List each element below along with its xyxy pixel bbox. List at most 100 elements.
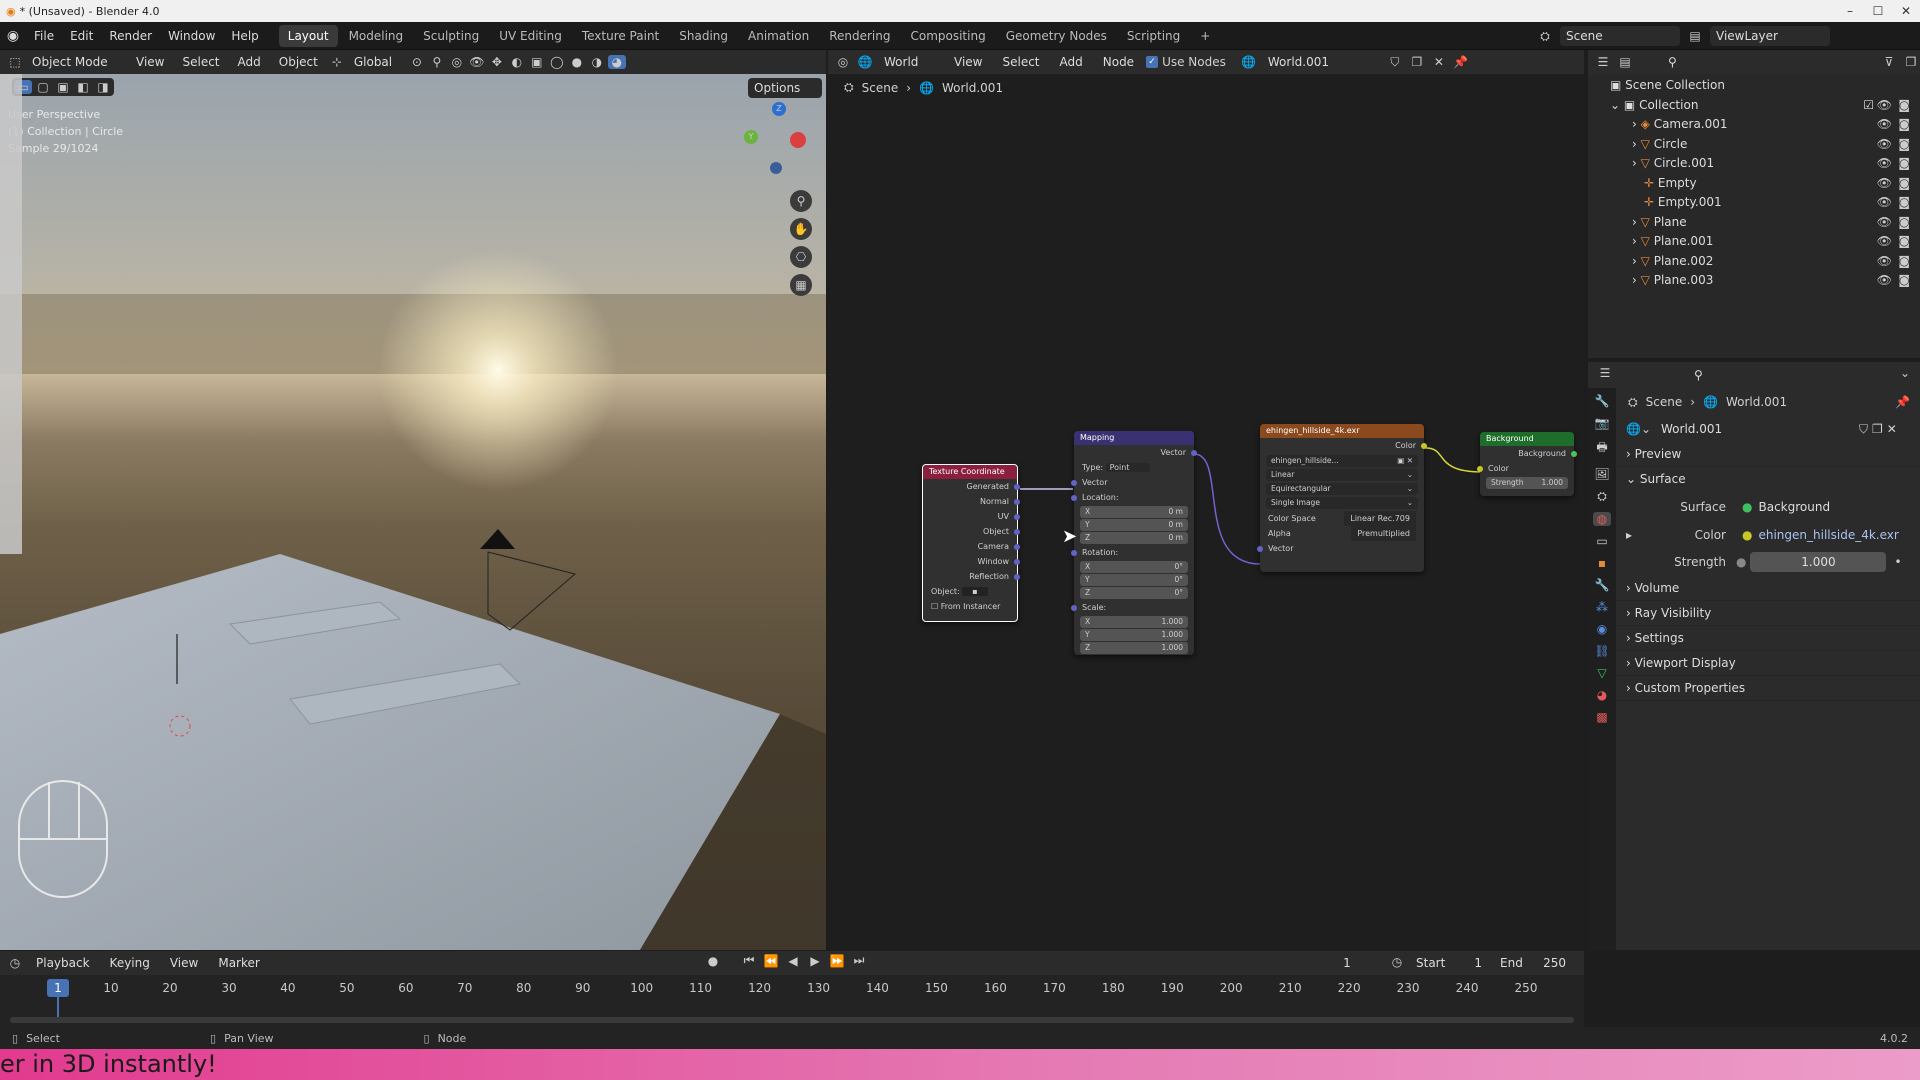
strength-field[interactable]: 1.000 xyxy=(1750,552,1887,572)
render-camera-icon[interactable]: ◙ xyxy=(1898,154,1910,174)
timeline-scrollbar[interactable] xyxy=(10,1017,1574,1023)
viewport-menu-view[interactable]: View xyxy=(128,50,172,74)
wireframe-shading-icon[interactable]: ◯ xyxy=(548,55,566,69)
jump-start-icon[interactable]: ⏮ xyxy=(740,953,758,968)
rotation-x[interactable]: X 0° xyxy=(1080,561,1188,573)
timeline-menu-marker[interactable]: Marker xyxy=(210,951,267,975)
close-icon[interactable]: ✕ xyxy=(1892,0,1920,22)
timeline-menu-keying[interactable]: Keying xyxy=(102,951,158,975)
envtex-alpha[interactable]: Alpha Premultiplied xyxy=(1260,526,1424,541)
outliner-item-plane-003[interactable]: › ▽ Plane.003 👁 ◙ xyxy=(1588,271,1920,291)
render-camera-icon[interactable]: ◙ xyxy=(1898,193,1910,213)
location-y[interactable]: Y0 m xyxy=(1080,519,1188,531)
outliner-item-empty-001[interactable]: ✛ Empty.001 👁 ◙ xyxy=(1588,193,1920,213)
node-menu-node[interactable]: Node xyxy=(1095,50,1142,74)
snap-icon[interactable]: ⚲ xyxy=(428,55,446,69)
node-environment-texture[interactable]: ehingen_hillside_4k.exr Color ehingen_hi… xyxy=(1257,424,1427,572)
node-mapping[interactable]: Mapping Vector Type: Point Vector Locati… xyxy=(1071,431,1197,655)
scale-y[interactable]: Y 1.000 xyxy=(1080,629,1188,641)
3d-viewport[interactable]: ▭ ▢ ▣ ◧ ◨ Options User Perspective (1) C… xyxy=(0,74,826,950)
outliner-item-plane[interactable]: › ▽ Plane 👁 ◙ xyxy=(1588,213,1920,233)
expand-chevron-icon[interactable]: › xyxy=(1632,156,1637,170)
envtex-output-color[interactable]: Color xyxy=(1260,438,1427,453)
fake-user-icon[interactable]: ⛉ xyxy=(1859,422,1868,437)
exclude-checkbox-icon[interactable]: ☑ xyxy=(1863,96,1874,116)
scale-x[interactable]: X 1.000 xyxy=(1080,616,1188,628)
expand-chevron-icon[interactable]: › xyxy=(1632,254,1637,268)
scene-tab-icon[interactable]: ⛭ xyxy=(1593,489,1611,504)
rotation-y[interactable]: Y 0° xyxy=(1080,574,1188,586)
maximize-icon[interactable]: ☐ xyxy=(1864,0,1892,22)
tab-scripting[interactable]: Scripting xyxy=(1118,25,1189,47)
envtex-extension[interactable]: Single Image ⌄ xyxy=(1266,497,1418,509)
play-reverse-icon[interactable]: ◀ xyxy=(784,954,802,968)
tab-modeling[interactable]: Modeling xyxy=(340,25,413,47)
fake-user-shield-icon[interactable]: ⛉ xyxy=(1386,55,1404,70)
expand-chevron-icon[interactable]: › xyxy=(1632,137,1637,151)
tab-layout[interactable]: Layout xyxy=(278,24,338,47)
menu-help[interactable]: Help xyxy=(223,22,266,50)
unlink-world-icon[interactable]: ✕ xyxy=(1887,422,1897,436)
render-camera-icon[interactable]: ◙ xyxy=(1898,135,1910,155)
xray-icon[interactable]: ▣ xyxy=(528,55,546,69)
expand-color-icon[interactable]: ▸ xyxy=(1626,528,1646,542)
tab-shading[interactable]: Shading xyxy=(670,25,737,47)
gizmo-z-icon[interactable]: Z xyxy=(772,102,786,116)
timeline-menu-playback[interactable]: Playback xyxy=(28,951,98,975)
output-window[interactable]: Window xyxy=(923,554,1020,569)
object-tab-icon[interactable]: ▪ xyxy=(1593,556,1611,570)
pin-icon[interactable]: 📌 xyxy=(1452,55,1470,69)
output-uv[interactable]: UV xyxy=(923,509,1020,524)
node-envtex-header[interactable]: ehingen_hillside_4k.exr xyxy=(1260,424,1424,438)
node-menu-select[interactable]: Select xyxy=(994,50,1047,74)
render-tab-icon[interactable]: 📷 xyxy=(1593,416,1611,430)
tab-rendering[interactable]: Rendering xyxy=(820,25,899,47)
section-settings[interactable]: › Settings xyxy=(1616,626,1920,651)
node-texture-coordinate[interactable]: Texture Coordinate Generated Normal UV O… xyxy=(922,464,1020,622)
outliner-search[interactable]: ⚲ xyxy=(1662,52,1772,72)
background-output[interactable]: Background xyxy=(1480,446,1577,461)
output-reflection[interactable]: Reflection xyxy=(923,569,1020,584)
outliner-type-icon[interactable]: ☰ xyxy=(1594,55,1612,69)
menu-edit[interactable]: Edit xyxy=(62,22,101,50)
envtex-input-vector[interactable]: Vector xyxy=(1257,541,1424,556)
gizmo-y-icon[interactable]: Y xyxy=(744,130,758,144)
location-z[interactable]: Z0 m xyxy=(1080,532,1188,544)
menu-file[interactable]: File xyxy=(26,22,62,50)
duplicate-icon[interactable]: ❐ xyxy=(1408,55,1426,69)
mapping-output-vector[interactable]: Vector xyxy=(1074,445,1197,460)
outliner-item-empty[interactable]: ✛ Empty 👁 ◙ xyxy=(1588,174,1920,194)
timeline[interactable]: 1 10 20 30 40 50 60 70 80 90 100 110 120 130 140 150 160… xyxy=(0,975,1584,1027)
scene-icon[interactable]: ⛭ xyxy=(1536,29,1554,44)
node-menu-add[interactable]: Add xyxy=(1052,50,1091,74)
view-layer-icon[interactable]: ▤ xyxy=(1686,29,1704,43)
mode-selector[interactable]: Object Mode xyxy=(26,52,126,72)
display-mode-icon[interactable]: ▤ xyxy=(1616,55,1634,69)
physics-tab-icon[interactable]: ◉ xyxy=(1593,622,1611,636)
node-texcoord-header[interactable]: Texture Coordinate xyxy=(923,465,1017,479)
editor-type-icon[interactable]: ⬚ xyxy=(6,55,24,69)
scene-selector[interactable]: Scene xyxy=(1560,26,1680,46)
color-texture-field[interactable]: ● ehingen_hillside_4k.exr xyxy=(1736,525,1899,545)
section-ray-visibility[interactable]: › Ray Visibility xyxy=(1616,601,1920,626)
camera-view-icon[interactable]: ⎔ xyxy=(790,246,812,268)
menu-render[interactable]: Render xyxy=(101,22,160,50)
duplicate-world-icon[interactable]: ❐ xyxy=(1872,422,1883,436)
add-workspace-icon[interactable]: + xyxy=(1191,25,1219,47)
section-custom-properties[interactable]: › Custom Properties xyxy=(1616,676,1920,701)
gizmo-x-icon[interactable] xyxy=(790,132,806,148)
collection-tab-icon[interactable]: ▭ xyxy=(1593,534,1611,548)
use-nodes-checkbox[interactable]: ✓ Use Nodes xyxy=(1146,55,1226,69)
solid-shading-icon[interactable]: ● xyxy=(568,55,586,69)
render-camera-icon[interactable]: ◙ xyxy=(1898,213,1910,233)
viewport-menu-add[interactable]: Add xyxy=(230,50,269,74)
section-preview[interactable]: › Preview xyxy=(1616,442,1920,467)
section-surface[interactable]: ⌄ Surface xyxy=(1616,467,1920,492)
properties-options-icon[interactable]: ⌄ xyxy=(1896,366,1914,380)
tab-texture-paint[interactable]: Texture Paint xyxy=(573,25,668,47)
render-camera-icon[interactable]: ◙ xyxy=(1898,271,1910,291)
world-datablock-field[interactable]: World.001 xyxy=(1655,419,1855,439)
tab-compositing[interactable]: Compositing xyxy=(901,25,994,47)
minimize-icon[interactable]: – xyxy=(1836,0,1864,22)
properties-type-icon[interactable]: ☰ xyxy=(1596,366,1614,380)
